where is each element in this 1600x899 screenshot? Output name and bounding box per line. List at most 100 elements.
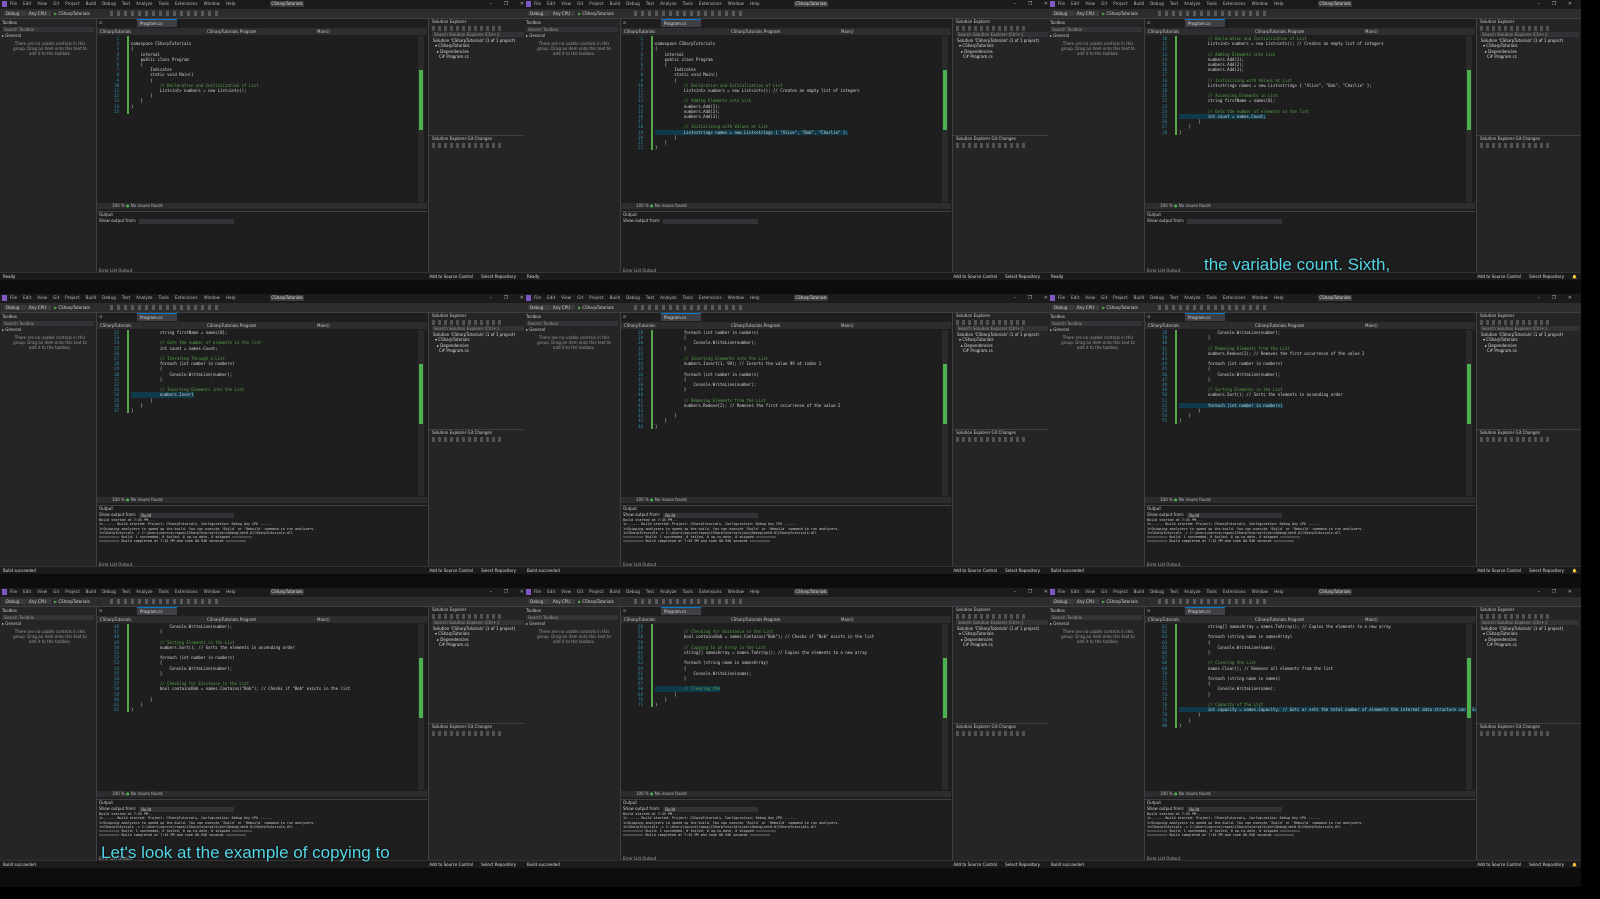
menu-item-11[interactable]: Window — [728, 295, 744, 300]
solution-search-input[interactable]: Search Solution Explorer (Ctrl+;) — [1480, 326, 1579, 331]
menu-item-7[interactable]: Test — [646, 1, 654, 6]
nav-project-dropdown[interactable]: CSharpTutorials — [1148, 322, 1179, 329]
menu-item-5[interactable]: Build — [1134, 295, 1145, 300]
code-line[interactable]: } — [131, 629, 162, 634]
properties-toolbar-icons[interactable] — [1480, 143, 1550, 148]
select-repository-button[interactable]: Select Repository — [1005, 568, 1040, 573]
menu-item-0[interactable]: File — [534, 295, 541, 300]
nav-member-dropdown[interactable]: Main() — [841, 322, 854, 329]
menu-item-1[interactable]: Edit — [1071, 1, 1079, 6]
start-debug-button[interactable]: ▶ CSharpTutorials — [54, 599, 90, 604]
code-line[interactable]: namespace CSharpTutorials — [655, 41, 715, 46]
menu-item-6[interactable]: Debug — [102, 1, 116, 6]
menu-item-9[interactable]: Tools — [1207, 1, 1217, 6]
code-line[interactable]: } — [1179, 335, 1210, 340]
code-line[interactable]: List<string> names = new List<string> { … — [655, 129, 848, 135]
toolbox-search-input[interactable]: Search Toolbox — [1050, 27, 1142, 32]
configuration-dropdown[interactable]: Debug — [4, 11, 26, 16]
menu-item-2[interactable]: View — [37, 589, 47, 594]
menu-item-10[interactable]: Extensions — [1223, 1, 1246, 6]
menu-item-4[interactable]: Project — [1113, 1, 1127, 6]
solution-explorer-toolbar-icons[interactable] — [432, 320, 502, 325]
add-to-source-control-button[interactable]: Add to Source Control — [953, 274, 997, 279]
menu-item-0[interactable]: File — [534, 1, 541, 6]
code-editor[interactable]: 56 57 // Checking for Existence in the Li… — [621, 624, 951, 786]
toolbox-search-input[interactable]: Search Toolbox — [526, 615, 618, 620]
menu-item-6[interactable]: Debug — [1150, 589, 1164, 594]
platform-dropdown[interactable]: Any CPU — [1075, 599, 1099, 604]
code-line[interactable]: numbers.Remove(2); // Removes the first … — [655, 403, 841, 408]
menu-item-2[interactable]: View — [561, 1, 571, 6]
nav-member-dropdown[interactable]: Main() — [1365, 322, 1378, 329]
select-repository-button[interactable]: Select Repository — [1529, 274, 1564, 279]
menu-item-8[interactable]: Analyze — [1184, 589, 1200, 594]
select-repository-button[interactable]: Select Repository — [1005, 274, 1040, 279]
solution-name-box[interactable]: CSharpTutorials — [794, 589, 828, 595]
code-editor[interactable]: 1 2 namespace CSharpTutorials 3{4 internal 5… — [621, 36, 951, 198]
menu-item-11[interactable]: Window — [204, 589, 220, 594]
menu-item-9[interactable]: Tools — [159, 589, 169, 594]
menu-item-4[interactable]: Project — [65, 589, 79, 594]
menu-item-9[interactable]: Tools — [159, 295, 169, 300]
nav-member-dropdown[interactable]: Main() — [317, 616, 330, 623]
menu-item-3[interactable]: Git — [1101, 295, 1107, 300]
code-line[interactable]: } — [655, 387, 686, 392]
solution-search-input[interactable]: Search Solution Explorer (Ctrl+;) — [1480, 620, 1579, 625]
menu-item-12[interactable]: Help — [226, 1, 236, 6]
menu-item-1[interactable]: Edit — [23, 1, 31, 6]
menu-item-11[interactable]: Window — [204, 295, 220, 300]
nav-class-dropdown[interactable]: CSharpTutorials.Program — [207, 322, 256, 329]
toolbar-icons[interactable] — [634, 599, 744, 604]
nav-member-dropdown[interactable]: Main() — [1365, 616, 1378, 623]
output-source-dropdown[interactable]: Build — [139, 512, 235, 518]
solution-search-input[interactable]: Search Solution Explorer (Ctrl+;) — [1480, 32, 1579, 37]
lower-pane-tabs[interactable]: Solution Explorer Git Changes — [429, 430, 533, 436]
code-line[interactable]: } — [1179, 723, 1181, 728]
menu-item-8[interactable]: Analyze — [660, 589, 676, 594]
menu-item-10[interactable]: Extensions — [1223, 589, 1246, 594]
nav-project-dropdown[interactable]: CSharpTutorials — [1148, 28, 1179, 35]
platform-dropdown[interactable]: Any CPU — [27, 599, 51, 604]
code-line[interactable]: List<string> names = new List<string> { … — [1179, 83, 1372, 88]
nav-class-dropdown[interactable]: CSharpTutorials.Program — [1255, 616, 1304, 623]
toolbox-search-input[interactable]: Search Toolbox — [1050, 321, 1142, 326]
zoom-level[interactable]: 100 % — [636, 203, 649, 208]
menu-item-3[interactable]: Git — [577, 1, 583, 6]
code-line[interactable]: bool containsBob = names.Contains("Bob")… — [131, 686, 350, 691]
menu-item-6[interactable]: Debug — [626, 1, 640, 6]
solution-name-box[interactable]: CSharpTutorials — [794, 1, 828, 7]
solution-search-input[interactable]: Search Solution Explorer (Ctrl+;) — [432, 32, 531, 37]
menu-item-4[interactable]: Project — [589, 1, 603, 6]
nav-project-dropdown[interactable]: CSharpTutorials — [624, 322, 655, 329]
configuration-dropdown[interactable]: Debug — [4, 305, 26, 310]
code-line[interactable]: numbers.Sort(); // Sorts the elements in… — [1179, 392, 1343, 397]
tab-program-cs[interactable]: Program.cs — [1185, 607, 1225, 615]
menu-item-0[interactable]: File — [534, 589, 541, 594]
add-to-source-control-button[interactable]: Add to Source Control — [1477, 862, 1521, 867]
start-debug-button[interactable]: ▶ CSharpTutorials — [1102, 305, 1138, 310]
menu-item-6[interactable]: Debug — [626, 589, 640, 594]
zoom-level[interactable]: 100 % — [636, 497, 649, 502]
document-tab-scroll[interactable]: ⊟ — [97, 19, 137, 27]
solution-tree-item[interactable]: C# Program.cs — [429, 54, 533, 59]
code-line[interactable]: } — [1179, 650, 1210, 655]
code-line[interactable]: numbers.Add(3); — [655, 114, 720, 119]
configuration-dropdown[interactable]: Debug — [1052, 305, 1074, 310]
code-line[interactable]: } — [655, 145, 657, 150]
lower-pane-tabs[interactable]: Solution Explorer Git Changes — [953, 724, 1057, 730]
solution-search-input[interactable]: Search Solution Explorer (Ctrl+;) — [956, 326, 1055, 331]
menu-item-0[interactable]: File — [1058, 1, 1065, 6]
tab-program-cs[interactable]: Program.cs — [661, 313, 701, 321]
output-source-dropdown[interactable]: Build — [663, 512, 759, 518]
solution-name-box[interactable]: CSharpTutorials — [794, 295, 828, 301]
menu-item-4[interactable]: Project — [1113, 589, 1127, 594]
document-tab-scroll[interactable]: ⊟ — [1145, 19, 1185, 27]
menu-item-5[interactable]: Build — [610, 1, 621, 6]
menu-item-5[interactable]: Build — [610, 295, 621, 300]
menu-item-3[interactable]: Git — [577, 295, 583, 300]
nav-class-dropdown[interactable]: CSharpTutorials.Program — [207, 28, 256, 35]
tab-program-cs[interactable]: Program.cs — [1185, 313, 1225, 321]
select-repository-button[interactable]: Select Repository — [481, 568, 516, 573]
code-editor[interactable]: 10 // Declaration and Initialization of … — [1145, 36, 1475, 198]
solution-search-input[interactable]: Search Solution Explorer (Ctrl+;) — [956, 620, 1055, 625]
